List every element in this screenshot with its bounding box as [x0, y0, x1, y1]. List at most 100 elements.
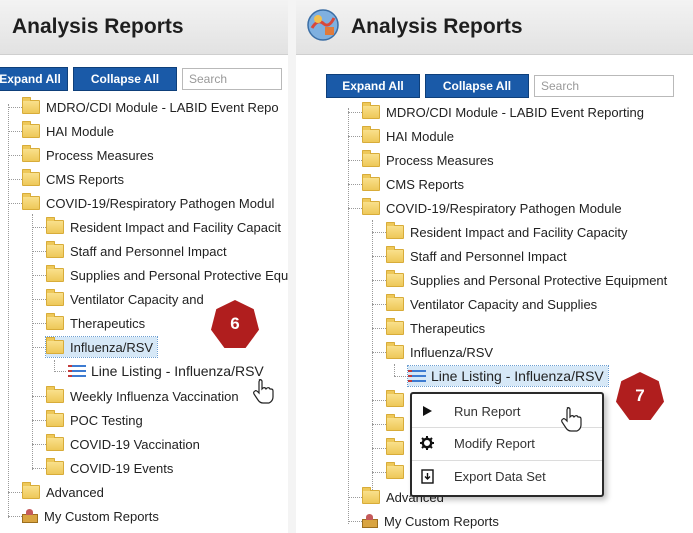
tree-item-label: My Custom Reports — [44, 508, 159, 524]
play-icon — [412, 405, 442, 417]
tree-item-therapeutics[interactable]: Therapeutics — [46, 313, 145, 333]
folder-icon — [386, 414, 404, 431]
folder-open-icon — [362, 198, 380, 215]
folder-icon — [386, 270, 404, 287]
tree-item-label: Staff and Personnel Impact — [410, 248, 567, 264]
tree-item-resident[interactable]: Resident Impact and Facility Capacity — [386, 222, 627, 242]
folder-icon — [22, 482, 40, 499]
tree-item-ventilator[interactable]: Ventilator Capacity and Supplies — [386, 294, 597, 314]
folder-icon — [362, 150, 380, 167]
tree-item-label: CMS Reports — [46, 171, 125, 187]
menu-item-label: Export Data Set — [454, 468, 546, 484]
tree-item-custom-reports[interactable]: My Custom Reports — [22, 506, 159, 526]
folder-icon — [386, 246, 404, 263]
folder-icon — [22, 145, 40, 162]
folder-icon — [386, 390, 404, 407]
tree-item-poc-testing[interactable]: POC Testing — [46, 410, 143, 430]
tree-item-label: Process Measures — [386, 152, 494, 168]
tree-item-label: Resident Impact and Facility Capacity — [410, 224, 628, 240]
tree-item-resident[interactable]: Resident Impact and Facility Capacit — [46, 217, 281, 237]
folder-icon — [46, 217, 64, 234]
folder-icon — [362, 126, 380, 143]
folder-open-icon — [386, 342, 404, 359]
tree-item-ventilator[interactable]: Ventilator Capacity and — [46, 289, 204, 309]
tree-item-weekly-vaccination[interactable]: Weekly Influenza Vaccination — [46, 386, 239, 406]
tree-item-process[interactable]: Process Measures — [362, 150, 494, 170]
folder-icon — [362, 174, 380, 191]
tree-item-cms[interactable]: CMS Reports — [22, 169, 124, 189]
panel-divider — [288, 0, 296, 533]
tree-item-influenza[interactable]: Influenza/RSV — [44, 336, 159, 358]
folder-icon — [46, 386, 64, 403]
folder-open-icon — [22, 193, 40, 210]
tree-item-label: Resident Impact and Facility Capacit — [70, 219, 281, 235]
tree-item-covid-events[interactable]: COVID-19 Events — [46, 458, 173, 478]
export-data-set-menu-item[interactable]: Export Data Set — [412, 461, 602, 491]
hand-cursor-icon — [561, 407, 582, 432]
folder-open-icon — [46, 337, 64, 354]
tree-item-staff[interactable]: Staff and Personnel Impact — [386, 246, 567, 266]
tree-item-line-listing[interactable]: Line Listing - Influenza/RSV — [407, 365, 609, 387]
folder-icon — [22, 97, 40, 114]
folder-icon — [386, 222, 404, 239]
tree-item-advanced[interactable]: Advanced — [22, 482, 104, 502]
tree-item-label: Therapeutics — [410, 320, 486, 336]
tree-item-label: MDRO/CDI Module - LABID Event Repo — [46, 99, 279, 115]
tree-item-hidden-1[interactable] — [386, 390, 410, 410]
report-list-icon — [408, 370, 426, 382]
tree-item-covid-vaccination[interactable]: COVID-19 Vaccination — [46, 434, 200, 454]
tree-item-label: HAI Module — [386, 128, 454, 144]
tree-item-hai[interactable]: HAI Module — [362, 126, 454, 146]
tree-item-covid-module[interactable]: COVID-19/Respiratory Pathogen Modul — [22, 193, 274, 213]
tree-item-label: CMS Reports — [386, 176, 465, 192]
tree-item-label: Ventilator Capacity and Supplies — [410, 296, 598, 312]
tree-item-supplies[interactable]: Supplies and Personal Protective Equ — [46, 265, 288, 285]
folder-icon — [22, 169, 40, 186]
folder-icon — [386, 438, 404, 455]
folder-icon — [386, 318, 404, 335]
tree-item-cms[interactable]: CMS Reports — [362, 174, 464, 194]
folder-icon — [362, 487, 380, 504]
tree-item-supplies[interactable]: Supplies and Personal Protective Equipme… — [386, 270, 667, 290]
tree-item-hidden-3[interactable] — [386, 438, 410, 458]
tree-item-process[interactable]: Process Measures — [22, 145, 154, 165]
tree-item-staff[interactable]: Staff and Personnel Impact — [46, 241, 227, 261]
tree-item-mdro[interactable]: MDRO/CDI Module - LABID Event Reporting — [362, 102, 644, 122]
left-analysis-reports-panel: Analysis Reports Expand All Collapse All… — [0, 0, 288, 533]
tree-item-custom-reports[interactable]: My Custom Reports — [362, 511, 499, 531]
report-tree: MDRO/CDI Module - LABID Event Repo HAI M… — [0, 0, 288, 533]
tree-item-line-listing[interactable]: Line Listing - Influenza/RSV — [68, 361, 264, 381]
hand-cursor-icon — [253, 379, 274, 404]
tree-item-therapeutics[interactable]: Therapeutics — [386, 318, 485, 338]
report-list-icon — [68, 365, 86, 377]
folder-icon — [386, 294, 404, 311]
folder-icon — [46, 434, 64, 451]
tree-item-hidden-2[interactable] — [386, 414, 410, 434]
tree-item-influenza[interactable]: Influenza/RSV — [386, 342, 493, 362]
tree-item-label: COVID-19 Events — [70, 460, 174, 476]
tree-item-label: Ventilator Capacity and — [70, 291, 204, 307]
folder-icon — [362, 102, 380, 119]
modify-report-menu-item[interactable]: Modify Report — [412, 428, 602, 458]
export-icon — [412, 468, 442, 484]
tree-item-covid-module[interactable]: COVID-19/Respiratory Pathogen Module — [362, 198, 622, 218]
tree-item-label: Influenza/RSV — [410, 344, 494, 360]
folder-icon — [22, 121, 40, 138]
tree-item-label: COVID-19 Vaccination — [70, 436, 200, 452]
gear-icon — [412, 436, 442, 450]
tree-item-label: Line Listing - Influenza/RSV — [91, 363, 264, 379]
tree-item-label: Supplies and Personal Protective Equipme… — [410, 272, 668, 288]
tree-item-label: Advanced — [46, 484, 104, 500]
folder-icon — [46, 241, 64, 258]
tree-item-label: Supplies and Personal Protective Equ — [70, 267, 288, 283]
tree-item-mdro[interactable]: MDRO/CDI Module - LABID Event Repo — [22, 97, 279, 117]
custom-reports-icon — [22, 509, 38, 523]
folder-icon — [46, 313, 64, 330]
tree-item-label: Process Measures — [46, 147, 154, 163]
menu-item-label: Run Report — [454, 403, 521, 419]
tree-item-hidden-4[interactable] — [386, 462, 410, 482]
tree-item-label: MDRO/CDI Module - LABID Event Reporting — [386, 104, 644, 120]
tree-item-hai[interactable]: HAI Module — [22, 121, 114, 141]
tree-item-label: Influenza/RSV — [70, 339, 154, 355]
folder-icon — [46, 458, 64, 475]
